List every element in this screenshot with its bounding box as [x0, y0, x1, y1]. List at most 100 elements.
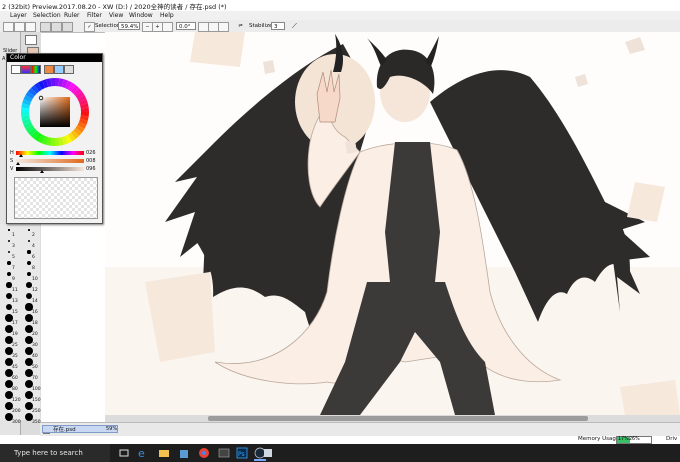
brush-size-dot[interactable]	[8, 240, 10, 242]
brush-size-dot[interactable]	[26, 271, 32, 277]
open-button[interactable]	[14, 22, 25, 32]
zoom-field[interactable]: 59.4%	[118, 22, 140, 30]
save-button[interactable]	[25, 22, 36, 32]
brush-size-label: 11	[12, 288, 18, 293]
taskbar-search[interactable]: Type here to search	[0, 444, 110, 462]
brush-size-label: 200	[12, 409, 21, 414]
brush-size-dot[interactable]	[28, 229, 30, 231]
flip-icon[interactable]: ⇌	[236, 22, 245, 30]
scratch-pad-tab[interactable]	[64, 65, 74, 74]
v-value: 096	[86, 166, 96, 172]
windows-taskbar: Type here to search e Ps	[0, 444, 680, 462]
rotate-reset-button[interactable]	[218, 22, 229, 32]
brush-size-dot[interactable]	[27, 261, 31, 265]
edge-icon[interactable]: e	[137, 447, 149, 459]
document-tabs: 存在.psd 59%	[40, 422, 680, 436]
brush-size-label: 3	[12, 244, 15, 249]
brush-size-label: 7	[12, 266, 15, 271]
store-icon[interactable]	[178, 447, 190, 459]
deselect-button[interactable]	[62, 22, 73, 32]
swatch-tab[interactable]	[54, 65, 64, 74]
horizontal-scrollbar-thumb[interactable]	[208, 416, 588, 421]
brush-size-label: 80	[12, 387, 18, 392]
menu-selection[interactable]: Selection	[33, 12, 61, 19]
brush-size-label: 40	[32, 354, 38, 359]
menu-filter[interactable]: Filter	[87, 12, 102, 19]
s-label: S	[10, 158, 14, 164]
chrome-icon[interactable]	[198, 447, 210, 459]
memory-label: Memory Usage	[578, 436, 620, 442]
color-panel: Color H 026 S 008 V 096	[6, 53, 103, 224]
brush-size-label: 14	[32, 299, 38, 304]
hue-slider[interactable]	[16, 151, 84, 155]
brush-size-dot[interactable]	[8, 229, 10, 231]
task-view-icon[interactable]	[118, 447, 130, 459]
file-explorer-icon[interactable]	[158, 447, 170, 459]
hsv-slider-tab[interactable]	[31, 65, 41, 74]
menu-view[interactable]: View	[109, 12, 123, 19]
window-title: 2 (32bit) Preview.2017.08.20 - XW (D:) /…	[2, 3, 227, 11]
brush-size-label: 250	[32, 409, 41, 414]
brush-size-dot[interactable]	[7, 250, 11, 254]
pen-pressure-icon[interactable]: ⟋	[290, 22, 299, 30]
menu-help[interactable]: Help	[160, 12, 174, 19]
menu-ruler[interactable]: Ruler	[64, 12, 80, 19]
brush-size-dot[interactable]	[26, 282, 32, 288]
a-label: A	[2, 56, 6, 62]
paint-tool-sai-icon[interactable]	[262, 447, 274, 459]
saturation-slider[interactable]	[16, 159, 84, 163]
zoom-reset-button[interactable]	[162, 22, 173, 32]
value-slider-knob[interactable]	[39, 170, 44, 173]
saturation-slider-knob[interactable]	[16, 162, 21, 165]
hue-wheel[interactable]	[15, 76, 95, 148]
rgb-slider-tab[interactable]	[21, 65, 31, 74]
brush-size-label: 19	[12, 332, 18, 337]
memory-bar: 17% 26%	[616, 436, 652, 444]
brush-size-label: 120	[12, 398, 21, 403]
memory-status: Memory Usage 17% 26% Driv	[578, 435, 680, 444]
brush-size-dot[interactable]	[27, 239, 31, 243]
undo-button[interactable]	[40, 22, 51, 32]
new-canvas-button[interactable]	[3, 22, 14, 32]
redo-button[interactable]	[51, 22, 62, 32]
brush-size-label: 1	[12, 233, 15, 238]
brush-size-label: 10	[32, 277, 38, 282]
brush-size-label: 100	[32, 387, 41, 392]
photos-icon[interactable]	[218, 447, 230, 459]
palette-tab[interactable]	[44, 65, 54, 74]
brush-size-label: 9	[12, 277, 15, 282]
menu-window[interactable]: Window	[129, 12, 153, 19]
brush-size-label: 17	[12, 321, 18, 326]
brush-size-label: 8	[32, 266, 35, 271]
menu-layer[interactable]: Layer	[10, 12, 27, 19]
brush-size-label: 35	[12, 354, 18, 359]
selection-label: Selection	[95, 23, 121, 29]
document-zoom: 59%	[106, 426, 118, 432]
brush-size-dot[interactable]	[7, 261, 11, 265]
v-label: V	[10, 166, 14, 172]
brush-size-dot[interactable]	[6, 271, 12, 277]
brush-size-label: 150	[32, 398, 41, 403]
h-label: H	[10, 150, 14, 156]
brush-size-label: 20	[32, 332, 38, 337]
brush-size-label: 12	[32, 288, 38, 293]
brush-size-label: 18	[32, 321, 38, 326]
h-value: 026	[86, 150, 96, 156]
value-slider[interactable]	[16, 167, 84, 171]
color-swatch-primary[interactable]	[25, 35, 37, 45]
brush-size-dot[interactable]	[6, 282, 12, 288]
photoshop-icon[interactable]: Ps	[236, 447, 248, 459]
stabilizer-field[interactable]: 3	[271, 22, 285, 30]
brush-size-label: 5	[12, 255, 15, 260]
rotation-field[interactable]: 0.0°	[176, 22, 196, 30]
brush-size-dot[interactable]	[27, 250, 31, 254]
color-wheel-tab[interactable]	[11, 65, 21, 74]
brush-size-label: 50	[32, 365, 38, 370]
drawing-canvas[interactable]	[105, 32, 680, 415]
brush-size-label: 16	[32, 310, 38, 315]
selection-toggle-checkbox[interactable]: ✓	[84, 22, 95, 32]
hue-slider-knob[interactable]	[18, 154, 23, 157]
brush-size-label: 13	[12, 299, 18, 304]
scratch-pad[interactable]	[14, 177, 98, 219]
brush-size-label: 15	[12, 310, 18, 315]
